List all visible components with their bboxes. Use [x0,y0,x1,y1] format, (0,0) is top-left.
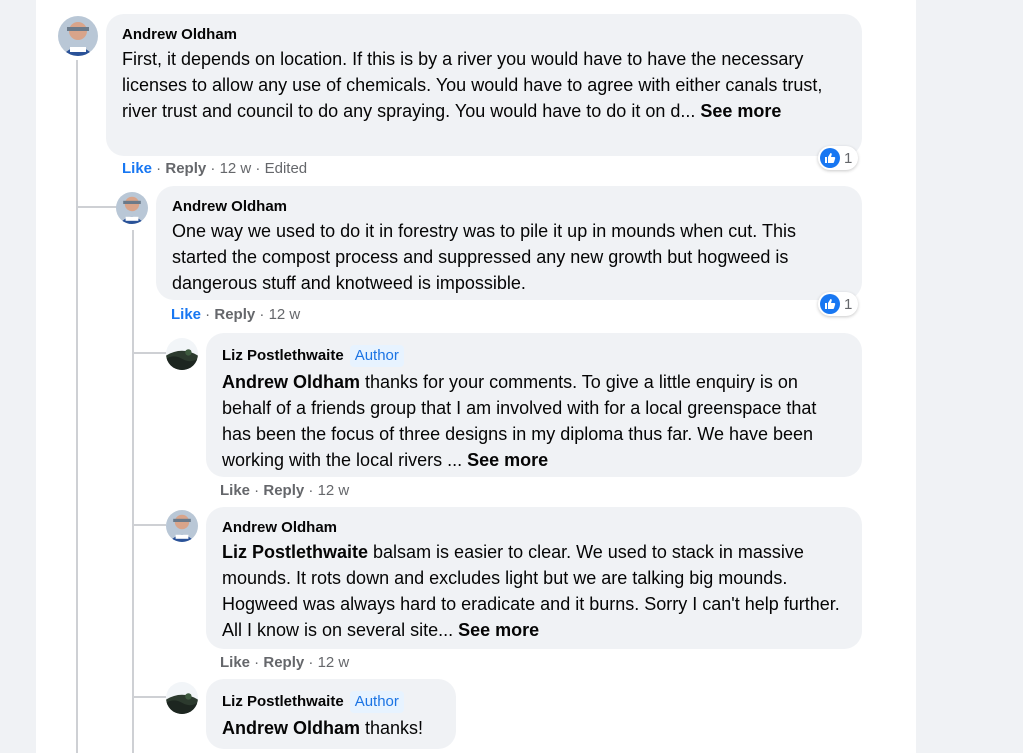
separator: · [206,160,220,177]
comment-author[interactable]: Andrew Oldham [172,198,287,216]
andrew-oldham-avatar-icon [58,16,98,56]
comments-panel: Andrew Oldham First, it depends on locat… [36,0,916,753]
comment-bubble: Liz Postlethwaite Author Andrew Oldham th… [206,679,456,749]
liz-postlethwaite-avatar-icon [166,682,198,714]
comment-body: thanks! [360,718,424,738]
comment-text: Andrew Oldham thanks! [222,715,440,741]
comment-bubble: Liz Postlethwaite Author Andrew Oldham th… [206,333,862,477]
like-button[interactable]: Like [171,306,201,323]
like-button[interactable]: Like [220,654,250,671]
avatar[interactable] [166,338,198,370]
reply-button[interactable]: Reply [263,482,304,499]
comment-text: First, it depends on location. If this i… [122,46,846,124]
thread-line-main [76,60,78,753]
comment-text: Liz Postlethwaite balsam is easier to cl… [222,539,846,643]
reaction-number: 1 [844,149,853,167]
separator: · [251,160,265,177]
like-button[interactable]: Like [122,160,152,177]
separator: · [255,306,269,323]
reply-button[interactable]: Reply [263,654,304,671]
separator: · [201,306,215,323]
reaction-count[interactable]: 1 [818,292,859,316]
thread-connector-1 [78,206,118,208]
avatar[interactable] [166,682,198,714]
see-more-link[interactable]: See more [467,450,548,470]
comment-author[interactable]: Andrew Oldham [222,519,337,537]
see-more-link[interactable]: See more [458,620,539,640]
separator: · [250,654,264,671]
andrew-oldham-avatar-icon [116,192,148,224]
timestamp[interactable]: 12 w [220,160,252,177]
reply-button[interactable]: Reply [214,306,255,323]
thread-connector-4 [134,696,166,698]
avatar[interactable] [58,16,98,56]
comment-author[interactable]: Liz Postlethwaite [222,693,344,711]
comment-author[interactable]: Andrew Oldham [122,26,237,44]
comment-bubble: Andrew Oldham First, it depends on locat… [106,14,862,156]
comment-actions: Like · Reply · 12 w [220,481,349,501]
like-button[interactable]: Like [220,482,250,499]
comment-bubble: Andrew Oldham Liz Postlethwaite balsam i… [206,507,862,649]
comment-text: Andrew Oldham thanks for your comments. … [222,369,846,473]
mention-link[interactable]: Andrew Oldham [222,372,360,392]
comment-actions: Like · Reply · 12 w [171,305,300,325]
andrew-oldham-avatar-icon [166,510,198,542]
comment-bubble: Andrew Oldham One way we used to do it i… [156,186,862,300]
separator: · [304,482,318,499]
reaction-number: 1 [844,295,853,313]
separator: · [152,160,166,177]
comment-actions: Like · Reply · 12 w · Edited [122,159,307,179]
thread-line-reply [132,230,134,753]
timestamp[interactable]: 12 w [318,482,350,499]
separator: · [250,482,264,499]
mention-link[interactable]: Liz Postlethwaite [222,542,368,562]
like-thumb-icon [820,148,840,168]
liz-postlethwaite-avatar-icon [166,338,198,370]
timestamp[interactable]: 12 w [269,306,301,323]
avatar[interactable] [166,510,198,542]
separator: · [304,654,318,671]
reaction-count[interactable]: 1 [818,146,859,170]
thread-connector-2 [134,352,166,354]
like-thumb-icon [820,294,840,314]
comment-text: One way we used to do it in forestry was… [172,221,796,293]
timestamp[interactable]: 12 w [318,654,350,671]
reply-button[interactable]: Reply [165,160,206,177]
author-badge: Author [349,691,404,713]
edited-label: Edited [264,160,308,177]
author-badge: Author [349,345,404,367]
comment-author[interactable]: Liz Postlethwaite [222,347,344,365]
see-more-link[interactable]: See more [700,101,781,121]
comment-actions: Like · Reply · 12 w [220,653,349,673]
thread-connector-3 [134,524,166,526]
avatar[interactable] [116,192,148,224]
mention-link[interactable]: Andrew Oldham [222,718,360,738]
